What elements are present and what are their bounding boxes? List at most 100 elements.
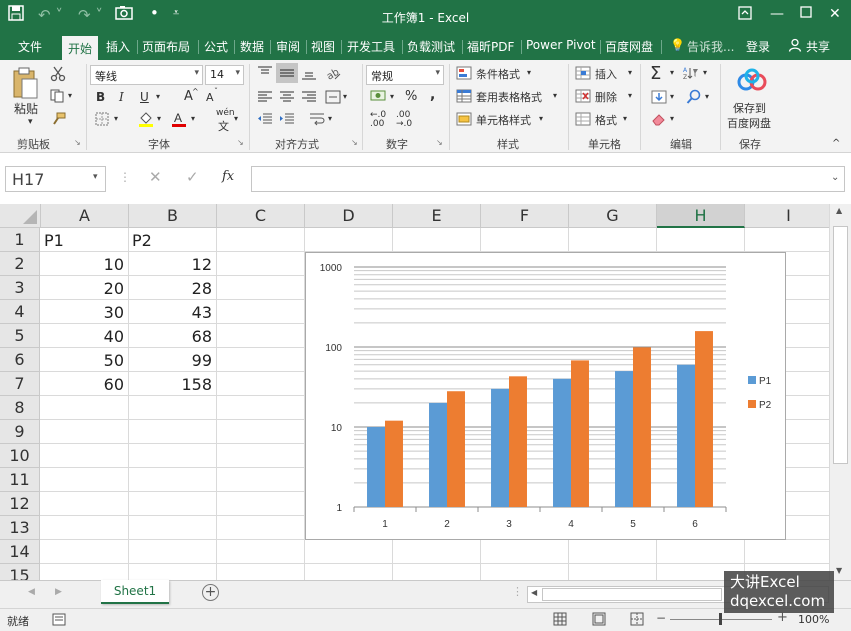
- row-header-14[interactable]: 14: [0, 540, 40, 564]
- copy-icon[interactable]: [50, 89, 66, 106]
- cell-b3[interactable]: 28: [128, 276, 216, 300]
- tab-formulas[interactable]: 公式: [204, 38, 228, 55]
- row-header-7[interactable]: 7: [0, 372, 40, 396]
- format-painter-icon[interactable]: [50, 112, 66, 131]
- phonetic-dropdown-icon[interactable]: ▾: [234, 114, 238, 123]
- sheet-next-icon[interactable]: ▶: [55, 587, 62, 597]
- cell-b2[interactable]: 12: [128, 252, 216, 276]
- row-header-8[interactable]: 8: [0, 396, 40, 420]
- number-format-combo[interactable]: 常规 ▾: [366, 65, 444, 85]
- cell-a6[interactable]: 50: [40, 348, 128, 372]
- cancel-entry-icon[interactable]: ✕: [149, 168, 162, 186]
- cut-icon[interactable]: [50, 66, 66, 85]
- page-layout-view-icon[interactable]: [592, 612, 606, 629]
- tell-me-box[interactable]: 告诉我...: [687, 38, 734, 55]
- font-color-icon[interactable]: A: [171, 110, 187, 131]
- scroll-left-icon[interactable]: ◀: [531, 588, 537, 597]
- align-top-icon[interactable]: [257, 66, 273, 83]
- zoom-level[interactable]: 100%: [798, 613, 829, 626]
- ribbon-display-icon[interactable]: [738, 6, 752, 24]
- autosum-icon[interactable]: Σ: [650, 63, 661, 84]
- fill-down-icon[interactable]: [651, 90, 667, 107]
- column-header-i[interactable]: I: [745, 204, 829, 228]
- find-select-icon[interactable]: [686, 89, 702, 108]
- border-dropdown-icon[interactable]: ▾: [114, 114, 118, 123]
- align-middle-icon[interactable]: [276, 63, 298, 83]
- vertical-scroll-thumb[interactable]: [833, 226, 848, 464]
- normal-view-icon[interactable]: [553, 612, 567, 629]
- collapse-ribbon-icon[interactable]: ^: [832, 138, 840, 149]
- sort-filter-icon[interactable]: AZ: [683, 66, 699, 83]
- tab-baidu-netdisk[interactable]: 百度网盘: [605, 38, 653, 55]
- number-launcher-icon[interactable]: ↘: [436, 138, 443, 147]
- tab-view[interactable]: 视图: [311, 38, 335, 55]
- conditional-format-dropdown-icon[interactable]: ▾: [527, 68, 531, 77]
- font-name-combo[interactable]: 等线 ▾: [90, 65, 203, 85]
- row-header-3[interactable]: 3: [0, 276, 40, 300]
- row-header-10[interactable]: 10: [0, 444, 40, 468]
- cell-b7[interactable]: 158: [128, 372, 216, 396]
- fill-dropdown-icon[interactable]: ▾: [670, 92, 674, 101]
- cell-a3[interactable]: 20: [40, 276, 128, 300]
- cell-b6[interactable]: 99: [128, 348, 216, 372]
- delete-dropdown-icon[interactable]: ▾: [628, 91, 632, 100]
- scroll-down-icon[interactable]: ▼: [836, 566, 842, 575]
- tab-power-pivot[interactable]: Power Pivot: [526, 38, 596, 52]
- align-right-icon[interactable]: [301, 90, 317, 107]
- paste-dropdown-icon[interactable]: ▾: [28, 117, 33, 127]
- insert-cells-icon[interactable]: [575, 66, 591, 83]
- paste-button[interactable]: 粘贴: [14, 100, 38, 117]
- tab-file[interactable]: 文件: [18, 38, 42, 55]
- table-format-dropdown-icon[interactable]: ▾: [553, 91, 557, 100]
- login-link[interactable]: 登录: [746, 38, 770, 55]
- decrease-indent-icon[interactable]: [257, 112, 273, 129]
- clear-icon[interactable]: [651, 112, 667, 129]
- row-header-15[interactable]: 15: [0, 564, 40, 580]
- percent-icon[interactable]: %: [405, 89, 417, 104]
- autosum-dropdown-icon[interactable]: ▾: [670, 68, 674, 77]
- tab-developer[interactable]: 开发工具: [347, 38, 395, 55]
- align-bottom-icon[interactable]: [301, 66, 317, 83]
- row-header-2[interactable]: 2: [0, 252, 40, 276]
- copy-dropdown-icon[interactable]: ▾: [68, 91, 72, 100]
- row-header-11[interactable]: 11: [0, 468, 40, 492]
- row-header-5[interactable]: 5: [0, 324, 40, 348]
- format-cells-icon[interactable]: [575, 112, 591, 129]
- merge-dropdown-icon[interactable]: ▾: [343, 92, 347, 101]
- currency-icon[interactable]: [370, 89, 388, 106]
- select-all-button[interactable]: [0, 204, 41, 228]
- fill-color-icon[interactable]: [138, 110, 154, 131]
- save-to-baidu-button[interactable]: 保存到: [733, 100, 766, 116]
- format-cells-button[interactable]: 格式: [595, 112, 617, 128]
- column-header-e[interactable]: E: [393, 204, 481, 228]
- cell-b4[interactable]: 43: [128, 300, 216, 324]
- decrease-font-button[interactable]: A: [206, 91, 214, 104]
- clipboard-launcher-icon[interactable]: ↘: [74, 138, 81, 147]
- cell-a4[interactable]: 30: [40, 300, 128, 324]
- table-format-button[interactable]: 套用表格格式: [476, 89, 542, 105]
- row-header-12[interactable]: 12: [0, 492, 40, 516]
- column-header-g[interactable]: G: [569, 204, 657, 228]
- minimize-icon[interactable]: —: [770, 6, 784, 22]
- page-break-view-icon[interactable]: [630, 612, 644, 629]
- cell-a5[interactable]: 40: [40, 324, 128, 348]
- underline-button[interactable]: U: [140, 90, 149, 104]
- formula-input[interactable]: [251, 166, 845, 192]
- share-button[interactable]: 共享: [806, 38, 830, 55]
- find-dropdown-icon[interactable]: ▾: [705, 92, 709, 101]
- expand-formula-bar-icon[interactable]: ⌄: [831, 172, 839, 183]
- row-header-1[interactable]: 1: [0, 228, 40, 252]
- delete-cells-icon[interactable]: [575, 89, 591, 106]
- maximize-icon[interactable]: [800, 6, 812, 22]
- scroll-up-icon[interactable]: ▲: [836, 206, 842, 215]
- italic-button[interactable]: I: [119, 90, 124, 104]
- insert-cells-button[interactable]: 插入: [595, 66, 617, 82]
- conditional-format-icon[interactable]: [456, 66, 472, 83]
- insert-dropdown-icon[interactable]: ▾: [628, 68, 632, 77]
- chart-area[interactable]: 1 10 100 1000 1 2 3 4 5 6 P1 P2: [305, 252, 786, 540]
- column-header-h[interactable]: H: [657, 204, 745, 228]
- close-icon[interactable]: ✕: [829, 6, 841, 22]
- cell-a1[interactable]: P1: [40, 228, 128, 252]
- font-color-dropdown-icon[interactable]: ▾: [191, 114, 195, 123]
- alignment-launcher-icon[interactable]: ↘: [351, 138, 358, 147]
